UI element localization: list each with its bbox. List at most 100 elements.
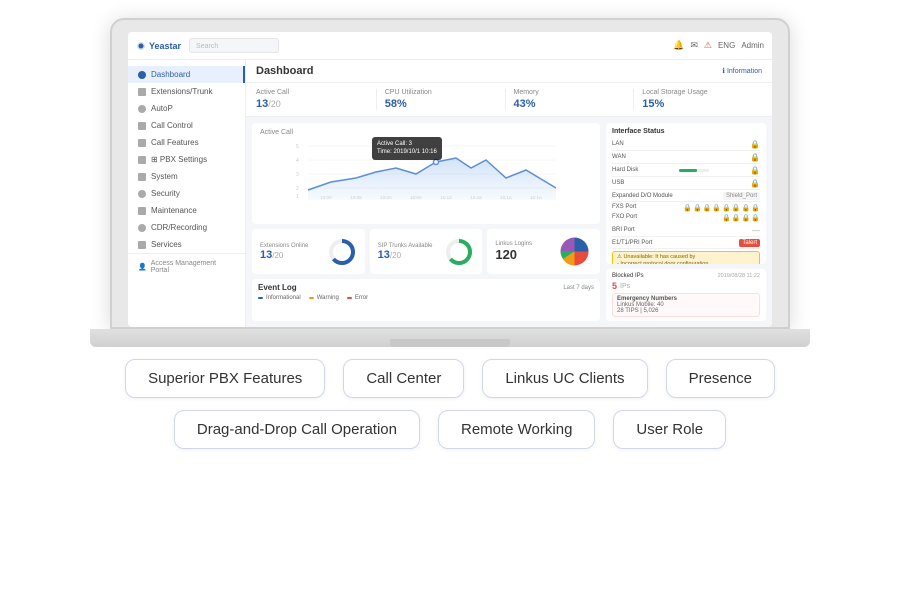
storage-value: 15% (642, 98, 754, 110)
warning-icon[interactable]: ⚠ (704, 40, 712, 51)
svg-text:1: 1 (296, 194, 299, 200)
sip-trunks-donut (444, 237, 474, 267)
linkus-logins-text: Linkus Logins 120 (495, 241, 551, 262)
svg-text:10:0A: 10:0A (380, 195, 392, 200)
sidebar-item-services[interactable]: Services (128, 236, 245, 253)
active-call-label: Active Call (256, 89, 368, 96)
sidebar-item-maintenance[interactable]: Maintenance (128, 202, 245, 219)
lang-label[interactable]: ENG (718, 41, 735, 50)
sidebar-footer[interactable]: 👤 Access Management Portal (128, 253, 245, 280)
extensions-online-stat: Extensions Online 13/20 (252, 229, 365, 274)
bell-icon[interactable]: 🔔 (673, 40, 684, 51)
sidebar-item-pbx-settings[interactable]: ⊞ PBX Settings (128, 151, 245, 168)
laptop-screen: Yeastar Search 🔔 ✉ ⚠ ENG Admin (110, 18, 790, 329)
feature-remote-working[interactable]: Remote Working (438, 410, 595, 449)
fxs-label: FXS Port (612, 204, 636, 212)
legend-label-info: Informational (266, 295, 301, 301)
emergency-box: Emergency Numbers Linkus Mobile: 40 28 T… (612, 293, 760, 317)
if-harddisk-status: 🔒 (750, 166, 760, 175)
information-button[interactable]: ℹ Information (722, 67, 762, 75)
sidebar-label-autop: AutoP (151, 104, 173, 113)
legend-warning: Warning (309, 295, 339, 301)
svg-text:10:1A: 10:1A (500, 195, 512, 200)
linkus-logins-value: 120 (495, 247, 551, 262)
laptop-wrapper: Yeastar Search 🔔 ✉ ⚠ ENG Admin (90, 18, 810, 347)
legend-dot-info (258, 297, 263, 299)
feature-drag-drop-label: Drag-and-Drop Call Operation (197, 421, 397, 438)
fxo-icons: 🔒 🔒 🔒 🔒 (722, 214, 760, 222)
sidebar-item-extensions[interactable]: Extensions/Trunk (128, 83, 245, 100)
cdr-icon (138, 224, 146, 232)
sidebar-item-call-features[interactable]: Call Features (128, 134, 245, 151)
svg-text:10:16: 10:16 (470, 195, 482, 200)
feature-drag-drop[interactable]: Drag-and-Drop Call Operation (174, 410, 420, 449)
feature-linkus-uc[interactable]: Linkus UC Clients (482, 359, 647, 398)
sidebar-label-system: System (151, 172, 178, 181)
feature-presence[interactable]: Presence (666, 359, 775, 398)
memory-stat: Memory 43% (506, 89, 635, 110)
feature-remote-working-label: Remote Working (461, 421, 572, 438)
sidebar-nav: Dashboard Extensions/Trunk AutoP Ca (128, 66, 245, 253)
protocol-warning: ⚠ Unavailable: It has caused by- Incorre… (612, 251, 760, 264)
sidebar-item-dashboard[interactable]: Dashboard (128, 66, 245, 83)
search-bar[interactable]: Search (189, 38, 279, 53)
blocked-count: 5 IPs (612, 281, 760, 291)
feature-superior-pbx[interactable]: Superior PBX Features (125, 359, 325, 398)
linkus-pie (557, 234, 592, 269)
event-log-filter[interactable]: Last 7 days (563, 285, 594, 291)
if-expanded-chip: Shield_Port (723, 192, 760, 200)
system-icon (138, 173, 146, 181)
legend-dot-warning (309, 297, 314, 299)
if-expanded: Expanded D/O Module Shield_Port (612, 190, 760, 202)
sidebar-label-dashboard: Dashboard (151, 70, 190, 79)
logo-text: Yeastar (149, 41, 181, 51)
legend-dot-error (347, 297, 352, 299)
if-e1t1-badge: Talert (739, 239, 760, 247)
sidebar-item-cdr[interactable]: CDR/Recording (128, 219, 245, 236)
tooltip-line2: Time: 2019/10/1 10:16 (377, 148, 437, 156)
sidebar-item-security[interactable]: Security (128, 185, 245, 202)
interface-title: Interface Status (612, 128, 760, 135)
content-grid: Active Call Active Call: 3 Time: 2019/10… (246, 117, 772, 327)
admin-label[interactable]: Admin (741, 41, 764, 50)
sip-trunks-stat: SIP Trunks Available 13/20 (370, 229, 483, 274)
feature-user-role[interactable]: User Role (613, 410, 726, 449)
blocked-ips-box: Blocked IPs 2019/08/28 11:22 5 IPs Emerg… (606, 269, 766, 321)
sidebar-label-maintenance: Maintenance (151, 206, 197, 215)
screen-content: Yeastar Search 🔔 ✉ ⚠ ENG Admin (128, 32, 772, 327)
extensions-donut (327, 237, 357, 267)
message-icon[interactable]: ✉ (690, 40, 698, 51)
feature-call-center-label: Call Center (366, 370, 441, 387)
storage-stat: Local Storage Usage 15% (634, 89, 762, 110)
if-bri: BRI Port — (612, 224, 760, 237)
sidebar-item-call-control[interactable]: Call Control (128, 117, 245, 134)
features-row-2: Drag-and-Drop Call Operation Remote Work… (174, 410, 726, 449)
if-wan-status: 🔒 (750, 153, 760, 162)
sidebar-label-extensions: Extensions/Trunk (151, 87, 213, 96)
emergency-count: 28 TIPS | 5,026 (617, 308, 755, 314)
sidebar-label-call-features: Call Features (151, 138, 199, 147)
feature-call-center[interactable]: Call Center (343, 359, 464, 398)
app-logo: Yeastar (136, 41, 181, 51)
svg-text:2: 2 (296, 186, 299, 192)
storage-label: Local Storage Usage (642, 89, 754, 96)
if-wan-label: WAN (612, 154, 626, 160)
maintenance-icon (138, 207, 146, 215)
if-usb-label: USB (612, 180, 624, 186)
fxo-label: FXO Port (612, 214, 637, 222)
svg-text:10:13: 10:13 (440, 195, 452, 200)
if-bri-label: BRI Port (612, 227, 635, 233)
legend-label-error: Error (355, 295, 368, 301)
sidebar-item-system[interactable]: System (128, 168, 245, 185)
extensions-online-text: Extensions Online 13/20 (260, 243, 321, 261)
dashboard-icon (138, 71, 146, 79)
sidebar-label-call-control: Call Control (151, 121, 193, 130)
if-e1t1: E1/T1/PRI Port Talert (612, 237, 760, 249)
page-title: Dashboard (256, 65, 313, 77)
info-label: Information (727, 68, 762, 75)
if-wan: WAN 🔒 (612, 151, 760, 164)
logo-icon (136, 41, 146, 51)
features-section: Superior PBX Features Call Center Linkus… (20, 359, 880, 449)
sidebar-item-autop[interactable]: AutoP (128, 100, 245, 117)
if-e1t1-label: E1/T1/PRI Port (612, 240, 652, 246)
